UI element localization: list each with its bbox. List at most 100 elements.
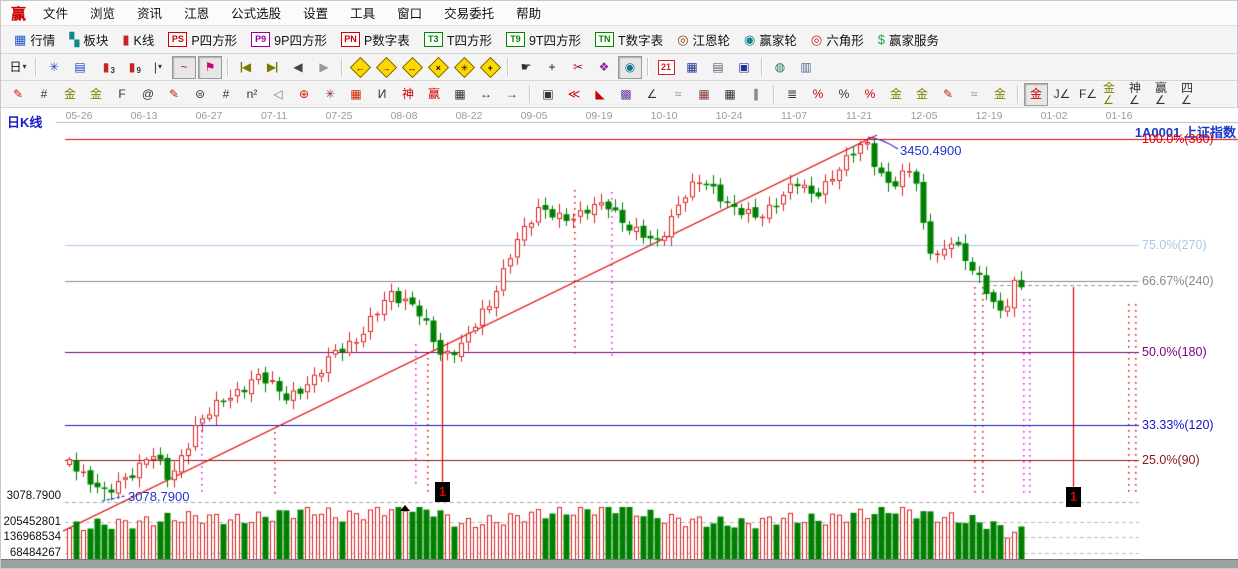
save-tool-button[interactable]: ▣ [732, 56, 756, 79]
hand-tool-button[interactable]: ☛ [514, 56, 538, 79]
gann-gold-ruler-2-tool[interactable]: 金 [84, 83, 108, 106]
t9-square-button[interactable]: T99T四方形 [499, 28, 588, 51]
gann-ruler-tool[interactable]: # [32, 83, 56, 106]
gann-to-end-tool[interactable]: → [500, 83, 524, 106]
gann-brush-2-tool[interactable]: ✎ [162, 83, 186, 106]
gann-arrow-cross-button[interactable]: × [426, 56, 450, 79]
gann-gold-angle-selected-tool[interactable]: 金 [1024, 83, 1048, 106]
gann-spiral-tool[interactable]: @ [136, 83, 160, 106]
gann-j-angle-tool[interactable]: J∠ [1050, 83, 1074, 106]
nav-last-button[interactable]: ▶| [260, 56, 284, 79]
kline-button[interactable]: ▮K线 [115, 28, 161, 51]
quotes-button[interactable]: ▦行情 [7, 28, 62, 51]
shape-tool-button[interactable]: ❖ [592, 56, 616, 79]
winner-service-button[interactable]: $赢家服务 [871, 28, 946, 51]
gann-arrow-both-button[interactable]: ↔ [400, 56, 424, 79]
winner-wheel-button[interactable]: ◉赢家轮 [737, 28, 804, 51]
gann-wave-mark-tool[interactable]: И [370, 83, 394, 106]
gann-win-angle-tool[interactable]: 赢∠ [1154, 83, 1178, 106]
measure-tool-button[interactable]: ✂ [566, 56, 590, 79]
gann-gold-ruler-1-tool[interactable]: 金 [58, 83, 82, 106]
gann-brush-tool[interactable]: ✎ [6, 83, 30, 106]
gann-parallel-tool[interactable]: ∥ [744, 83, 768, 106]
gann-gold-angle-tool[interactable]: 金∠ [1102, 83, 1126, 106]
menu-item-9[interactable]: 帮助 [505, 4, 552, 24]
gann-percent-line-tool[interactable]: % [806, 83, 830, 106]
gann-circle-cross-tool[interactable]: ⊕ [292, 83, 316, 106]
gann-fan-box-tool[interactable]: ◣ [588, 83, 612, 106]
gann-arrow-left-button[interactable]: ← [348, 56, 372, 79]
gann-grid-123-tool[interactable]: ▦ [448, 83, 472, 106]
t-square-button[interactable]: T3T四方形 [417, 28, 499, 51]
gann-arrow-star-button[interactable]: ✳ [452, 56, 476, 79]
menu-item-8[interactable]: 交易委托 [433, 4, 505, 24]
print-tool-button[interactable]: ▥ [794, 56, 818, 79]
gann-circle-ruler-tool[interactable]: ⊜ [188, 83, 212, 106]
gann-win-tool[interactable]: 赢 [422, 83, 446, 106]
t-number-table-button[interactable]: TNT数字表 [588, 28, 670, 51]
p-number-table-button[interactable]: PNP数字表 [334, 28, 417, 51]
gann-angle-tool[interactable]: ∠ [640, 83, 664, 106]
p9-square-button[interactable]: P99P四方形 [244, 28, 334, 51]
flag-histogram-button[interactable]: ⚑ [198, 56, 222, 79]
gann-arrow-plus-button[interactable]: + [478, 56, 502, 79]
menu-item-5[interactable]: 设置 [292, 4, 339, 24]
gann-shen-tool[interactable]: 神 [396, 83, 420, 106]
gann-point-marker-1[interactable]: 1 [435, 482, 450, 502]
gann-percent-tool[interactable]: % [832, 83, 856, 106]
menu-item-3[interactable]: 江恩 [173, 4, 220, 24]
gann-grid-2-tool[interactable]: ▦ [718, 83, 742, 106]
gann-gold-line-tool[interactable]: 金 [910, 83, 934, 106]
gann-f-ruler-tool[interactable]: F [110, 83, 134, 106]
gann-gold-circle-tool[interactable]: 金 [884, 83, 908, 106]
nav-next-button[interactable]: ▶ [312, 56, 336, 79]
gann-box-tool[interactable]: ▣ [536, 83, 560, 106]
network-tool-button[interactable]: ◍ [768, 56, 792, 79]
sectors-button[interactable]: ▚板块 [62, 28, 115, 51]
gann-gold-line-2-tool[interactable]: 金 [988, 83, 1012, 106]
wave-tool-button[interactable]: ~ [172, 56, 196, 79]
gann-n2-ruler-tool[interactable]: n² [240, 83, 264, 106]
kline-3-button[interactable]: ▮3 [94, 56, 118, 79]
menu-item-4[interactable]: 公式选股 [220, 4, 292, 24]
gann-span-tool[interactable]: ↔ [474, 83, 498, 106]
gann-fan-tool[interactable]: ≪ [562, 83, 586, 106]
crosshair-tool-button[interactable]: + [540, 56, 564, 79]
gann-star-circle-tool[interactable]: ✳ [318, 83, 342, 106]
gann-shen-angle-tool[interactable]: 神∠ [1128, 83, 1152, 106]
p-square-button[interactable]: PSP四方形 [161, 28, 244, 51]
bar-style-button[interactable]: |▾ [146, 56, 170, 79]
calendar-tool-button[interactable]: 21 [654, 56, 678, 79]
gann-brush-v-tool[interactable]: ✎ [936, 83, 960, 106]
gann-web-tool[interactable]: ▦ [344, 83, 368, 106]
menu-item-0[interactable]: 文件 [32, 4, 79, 24]
report-view-button[interactable]: ▤ [68, 56, 92, 79]
calculator-tool-button[interactable]: ▦ [680, 56, 704, 79]
kline-9-button[interactable]: ▮9 [120, 56, 144, 79]
hexagon-button[interactable]: ◎六角形 [804, 28, 871, 51]
nav-first-button[interactable]: |◀ [234, 56, 258, 79]
gann-grid-red-tool[interactable]: ▦ [692, 83, 716, 106]
menu-item-1[interactable]: 浏览 [79, 4, 126, 24]
gann-wheel-button[interactable]: ◎江恩轮 [670, 28, 737, 51]
smart-tool-button[interactable]: ◉ [618, 56, 642, 79]
gann-point-marker-2[interactable]: 1 [1066, 487, 1081, 507]
menu-item-7[interactable]: 窗口 [386, 4, 433, 24]
horizontal-scrollbar[interactable] [1, 559, 1238, 568]
gann-f-angle-tool[interactable]: F∠ [1076, 83, 1100, 106]
notes-tool-button[interactable]: ▤ [706, 56, 730, 79]
nav-prev-button[interactable]: ◀ [286, 56, 310, 79]
gann-wave-tool[interactable]: ≈ [962, 83, 986, 106]
gann-ruler-2-tool[interactable]: # [214, 83, 238, 106]
gann-grid-purple-tool[interactable]: ▩ [614, 83, 638, 106]
gann-price-ruler-tool[interactable]: ≣ [780, 83, 804, 106]
period-daily-button[interactable]: 日▾ [6, 56, 30, 79]
menu-item-2[interactable]: 资讯 [126, 4, 173, 24]
pattern-view-button[interactable]: ✳ [42, 56, 66, 79]
gann-zigzag-tool[interactable]: ≈ [666, 83, 690, 106]
menu-item-6[interactable]: 工具 [339, 4, 386, 24]
gann-percent-level-tool[interactable]: % [858, 83, 882, 106]
gann-four-angle-tool[interactable]: 四∠ [1180, 83, 1204, 106]
gann-arrow-right-button[interactable]: → [374, 56, 398, 79]
gann-mirror-tool[interactable]: ◁ [266, 83, 290, 106]
